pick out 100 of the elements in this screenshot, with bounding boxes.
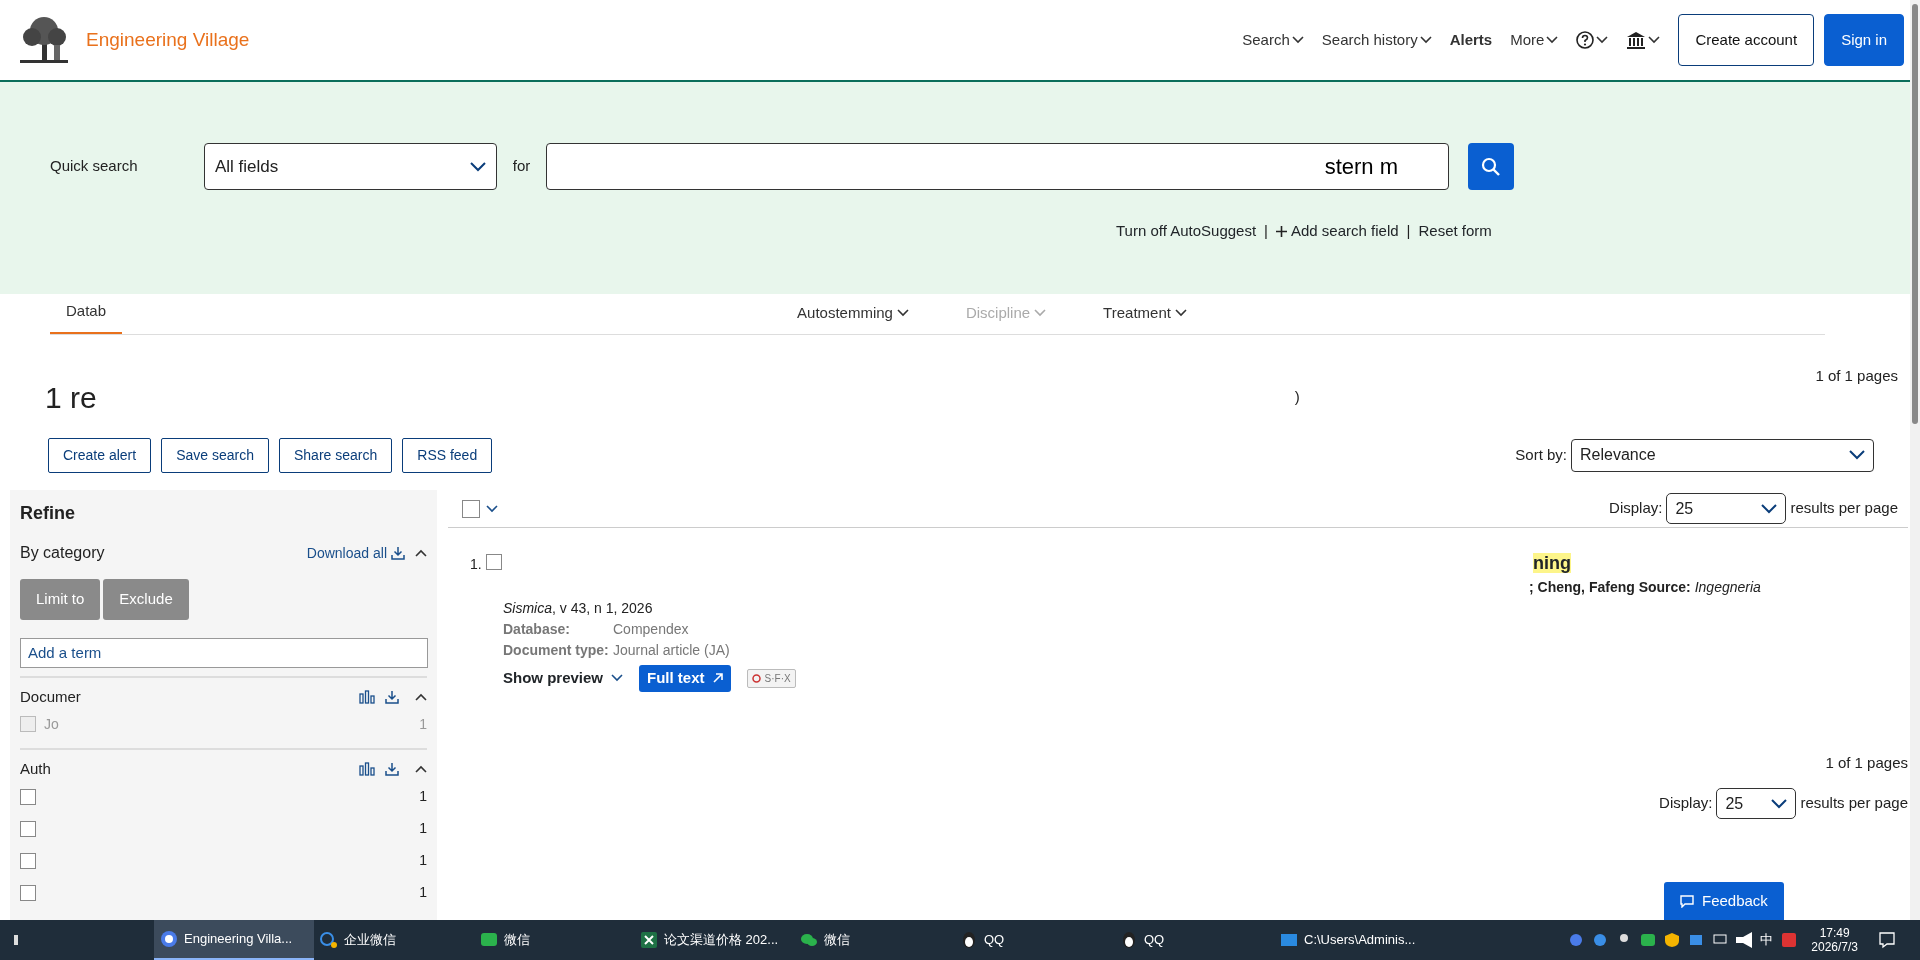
- scrollbar[interactable]: [1910, 0, 1920, 920]
- tray-icon: [1592, 932, 1609, 948]
- chevron-down-icon: [1419, 36, 1432, 44]
- page-count: 1 of 1 pages: [1815, 366, 1898, 386]
- separator: |: [1406, 221, 1411, 241]
- clock-time: 17:49: [1819, 925, 1850, 940]
- tray-icon: [1568, 932, 1585, 948]
- link[interactable]: Turn off AutoSuggest: [1116, 220, 1257, 243]
- per-page-select[interactable]: 25: [1716, 788, 1797, 819]
- facet-checkbox[interactable]: [20, 852, 36, 869]
- facet-checkbox[interactable]: [20, 788, 36, 805]
- taskbar-item[interactable]: 企业微信: [314, 920, 474, 960]
- display-label: Display:: [1609, 498, 1663, 519]
- action-button[interactable]: Save search: [161, 437, 269, 473]
- taskbar-item[interactable]: 微信: [794, 920, 954, 960]
- download-all-link[interactable]: Download all: [306, 542, 405, 564]
- chevron-down-icon: [1849, 450, 1865, 460]
- tray-icon: [1640, 932, 1657, 948]
- help-icon: [1576, 31, 1595, 49]
- nav-link[interactable]: Search history: [1321, 28, 1432, 52]
- chevron-up-icon: [415, 765, 427, 774]
- term-field[interactable]: Add a term: [20, 637, 428, 668]
- download-icon: [385, 689, 399, 704]
- full-text-button[interactable]: Full text: [639, 665, 731, 692]
- chevron-down-icon: [486, 504, 498, 513]
- result-checkbox[interactable]: [486, 554, 502, 570]
- app-icon: [1781, 932, 1798, 948]
- create-account-button[interactable]: Create account: [1678, 13, 1815, 67]
- field-select[interactable]: All fields: [204, 143, 497, 190]
- chevron-down-icon: [470, 161, 486, 172]
- field-label: Database:: [503, 620, 571, 639]
- sort-select[interactable]: Relevance: [1571, 438, 1874, 472]
- action-button[interactable]: RSS feed: [402, 437, 493, 473]
- page-count: 1 of 1 pages: [1825, 752, 1908, 773]
- search-button[interactable]: [1468, 143, 1514, 190]
- start-icon: [14, 935, 18, 945]
- taskbar-item[interactable]: QQ: [954, 920, 1114, 960]
- chevron-down-icon: [1174, 308, 1187, 317]
- option-tab[interactable]: Treatment: [1087, 291, 1203, 334]
- action-button[interactable]: Create alert: [48, 437, 152, 473]
- chevron-down-icon: [1761, 503, 1778, 514]
- nav-link[interactable]: More: [1510, 28, 1559, 52]
- taskbar-item[interactable]: 微信: [474, 920, 634, 960]
- app-icon: [160, 930, 178, 948]
- chevron-down-icon: [611, 674, 624, 683]
- tray-icon: [1736, 932, 1753, 948]
- sign-in-button[interactable]: Sign in: [1824, 13, 1904, 67]
- feedback-button[interactable]: Feedback: [1664, 882, 1784, 920]
- plus-icon: [1276, 225, 1287, 237]
- taskbar-item[interactable]: 论文渠道价格 202...: [634, 920, 794, 960]
- results-heading: 1 re: [45, 379, 97, 416]
- sfx-link[interactable]: S·F·X: [746, 668, 796, 688]
- option-tab[interactable]: Autostemming: [781, 291, 925, 334]
- chevron-down-icon: [1596, 36, 1609, 44]
- chevron-up-icon: [415, 549, 427, 557]
- facet-option: Jo: [44, 713, 59, 735]
- action-button[interactable]: Share search: [279, 437, 393, 473]
- option-tab[interactable]: Datab: [50, 289, 123, 334]
- notification-icon: [1878, 931, 1896, 949]
- taskbar-item[interactable]: QQ: [1114, 920, 1274, 960]
- facet-checkbox[interactable]: [20, 820, 36, 837]
- external-link-icon: [712, 673, 723, 684]
- taskbar-item[interactable]: C:\Users\Adminis...: [1274, 920, 1434, 960]
- link[interactable]: Reset form: [1418, 220, 1492, 243]
- bar-chart-icon: [359, 689, 375, 704]
- nav-link[interactable]: Search: [1242, 28, 1304, 52]
- input-method-indicator[interactable]: 中: [1760, 930, 1774, 950]
- link[interactable]: Add search field: [1276, 220, 1399, 243]
- tray-icon: [1688, 932, 1705, 948]
- show-preview-link[interactable]: Show preview: [503, 667, 624, 690]
- app-icon: [800, 931, 818, 949]
- app-icon: [960, 931, 978, 949]
- for-label: for: [511, 156, 532, 177]
- chevron-up-icon: [415, 692, 427, 701]
- facet-count: 1: [419, 851, 427, 870]
- chat-icon: [1680, 894, 1694, 908]
- search-icon: [1481, 156, 1501, 177]
- chevron-down-icon: [1546, 36, 1559, 44]
- separator: |: [1264, 221, 1268, 241]
- per-page-label: results per page: [1790, 498, 1898, 519]
- chevron-down-icon: [1034, 308, 1047, 317]
- search-field[interactable]: stern m: [546, 143, 1449, 190]
- chevron-down-icon: [896, 308, 909, 317]
- tray-icon: [1664, 932, 1681, 948]
- per-page-select[interactable]: 25: [1666, 493, 1787, 524]
- facet-count: 1: [419, 714, 427, 734]
- chevron-down-icon: [1648, 36, 1661, 44]
- nav-link[interactable]: Alerts: [1449, 28, 1493, 52]
- facet-checkbox[interactable]: [20, 884, 36, 901]
- facet-title: Auth: [20, 759, 52, 779]
- facet-count: 1: [419, 787, 427, 806]
- taskbar-item[interactable]: Engineering Villa...: [154, 920, 314, 960]
- field-label: Quick search: [50, 156, 139, 177]
- refine-heading: Refine: [20, 502, 76, 525]
- facet-title: Documer: [20, 686, 82, 707]
- app-icon: [320, 931, 338, 949]
- result-title[interactable]: ning: [1533, 553, 1571, 573]
- select-all-checkbox[interactable]: [462, 499, 480, 518]
- result-authors: ; Cheng, Fafeng Source: Ingegneria: [1528, 578, 1762, 597]
- clock-date: 2026/7/3: [1811, 940, 1858, 955]
